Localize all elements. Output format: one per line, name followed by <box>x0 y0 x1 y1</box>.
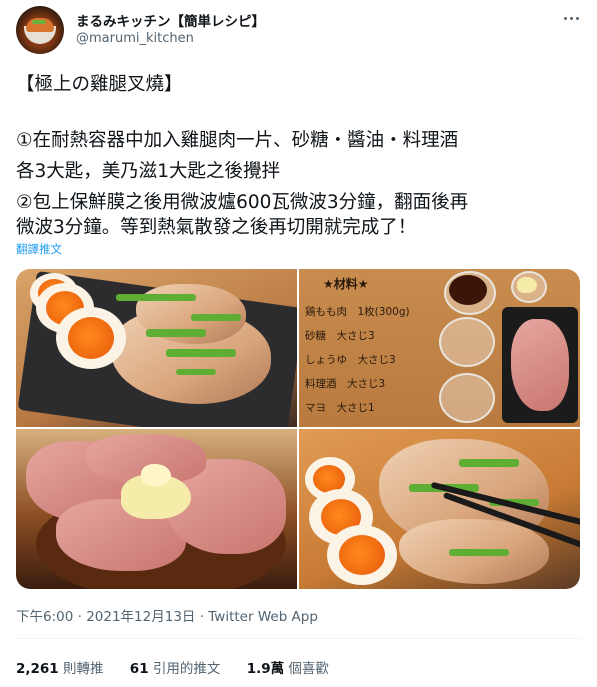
quotes-count: 61 <box>129 661 149 677</box>
likes-stat[interactable]: 1.9萬 個喜歡 <box>247 661 329 677</box>
avatar[interactable] <box>16 6 64 54</box>
quotes-stat[interactable]: 61 引用的推文 <box>130 661 221 677</box>
divider <box>16 638 581 639</box>
recipe-row: 砂糖 大さじ3 <box>305 330 375 342</box>
retweets-count: 2,261 <box>16 661 59 677</box>
likes-label: 個喜歡 <box>288 661 329 677</box>
recipe-row: 鶏もも肉 1枚(300g) <box>305 306 410 318</box>
recipe-row: 料理酒 大さじ3 <box>305 378 386 390</box>
tweet-line: ①在耐熱容器中加入雞腿肉一片、砂糖・醬油・料理酒 <box>16 130 459 151</box>
tweet-title: 【極上の雞腿叉燒】 <box>16 74 183 95</box>
retweets-stat[interactable]: 2,261 則轉推 <box>16 661 104 677</box>
meta-separator: · <box>73 609 87 625</box>
photo-grid: ★材料★ 鶏もも肉 1枚(300g) 砂糖 大さじ3 しょうゆ 大さじ3 料理酒… <box>16 269 580 589</box>
photo-chashu-plate[interactable] <box>16 269 297 427</box>
more-dots-icon[interactable] <box>560 10 582 26</box>
tweet-line: 微波3分鐘。等到熱氣散發之後再切開就完成了！ <box>16 217 417 238</box>
tweet-stats: 2,261 則轉推 61 引用的推文 1.9萬 個喜歡 <box>16 657 351 677</box>
quotes-label: 引用的推文 <box>152 661 221 677</box>
author-handle[interactable]: @marumi_kitchen <box>76 31 194 46</box>
translate-tweet-link[interactable]: 翻譯推文 <box>16 241 62 257</box>
retweets-label: 則轉推 <box>63 661 104 677</box>
meta-separator: · <box>195 609 209 625</box>
author-display-name[interactable]: まるみキッチン【簡単レシピ】 <box>76 10 265 30</box>
recipe-row: マヨ 大さじ1 <box>305 402 375 414</box>
tweet-time[interactable]: 下午6:00 <box>16 609 73 625</box>
tweet-meta: 下午6:00 · 2021年12月13日 · Twitter Web App <box>16 605 318 625</box>
tweet-source[interactable]: Twitter Web App <box>208 609 318 625</box>
recipe-card: ★材料★ 鶏もも肉 1枚(300g) 砂糖 大さじ3 しょうゆ 大さじ3 料理酒… <box>305 275 455 420</box>
recipe-row: しょうゆ 大さじ3 <box>305 354 396 366</box>
photo-ingredients[interactable]: ★材料★ 鶏もも肉 1枚(300g) 砂糖 大さじ3 しょうゆ 大さじ3 料理酒… <box>299 269 580 427</box>
photo-chopsticks[interactable] <box>299 429 580 589</box>
tweet-date[interactable]: 2021年12月13日 <box>86 609 195 625</box>
photo-raw-chicken[interactable] <box>16 429 297 589</box>
recipe-card-title: ★材料★ <box>323 277 369 291</box>
tweet-line: 各3大匙，美乃滋1大匙之後攪拌 <box>16 161 281 182</box>
likes-count: 1.9萬 <box>246 661 285 677</box>
